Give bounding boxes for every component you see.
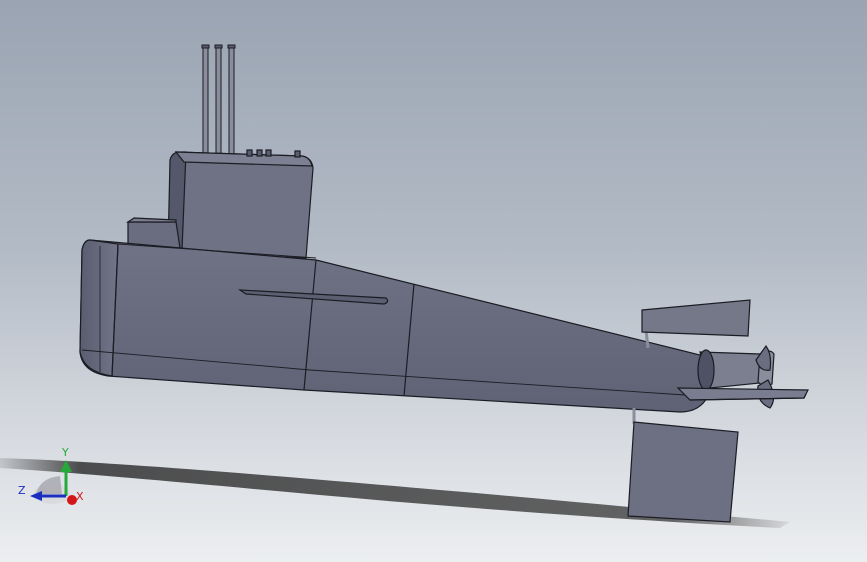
upper-rudder[interactable] bbox=[641, 299, 751, 349]
stern-plane[interactable] bbox=[676, 387, 809, 401]
lower-rudder[interactable] bbox=[627, 408, 739, 523]
coordinate-triad-icon[interactable]: Y Z X bbox=[18, 446, 84, 505]
triad-z-label: Z bbox=[18, 484, 26, 497]
triad-x-label: X bbox=[76, 490, 84, 503]
hull[interactable] bbox=[79, 239, 710, 413]
model-view[interactable]: Y Z X bbox=[0, 0, 867, 562]
conning-tower[interactable] bbox=[167, 149, 314, 259]
graphics-viewport[interactable]: Y Z X bbox=[0, 0, 867, 562]
triad-y-label: Y bbox=[61, 446, 69, 459]
periscope-masts[interactable] bbox=[201, 44, 236, 159]
